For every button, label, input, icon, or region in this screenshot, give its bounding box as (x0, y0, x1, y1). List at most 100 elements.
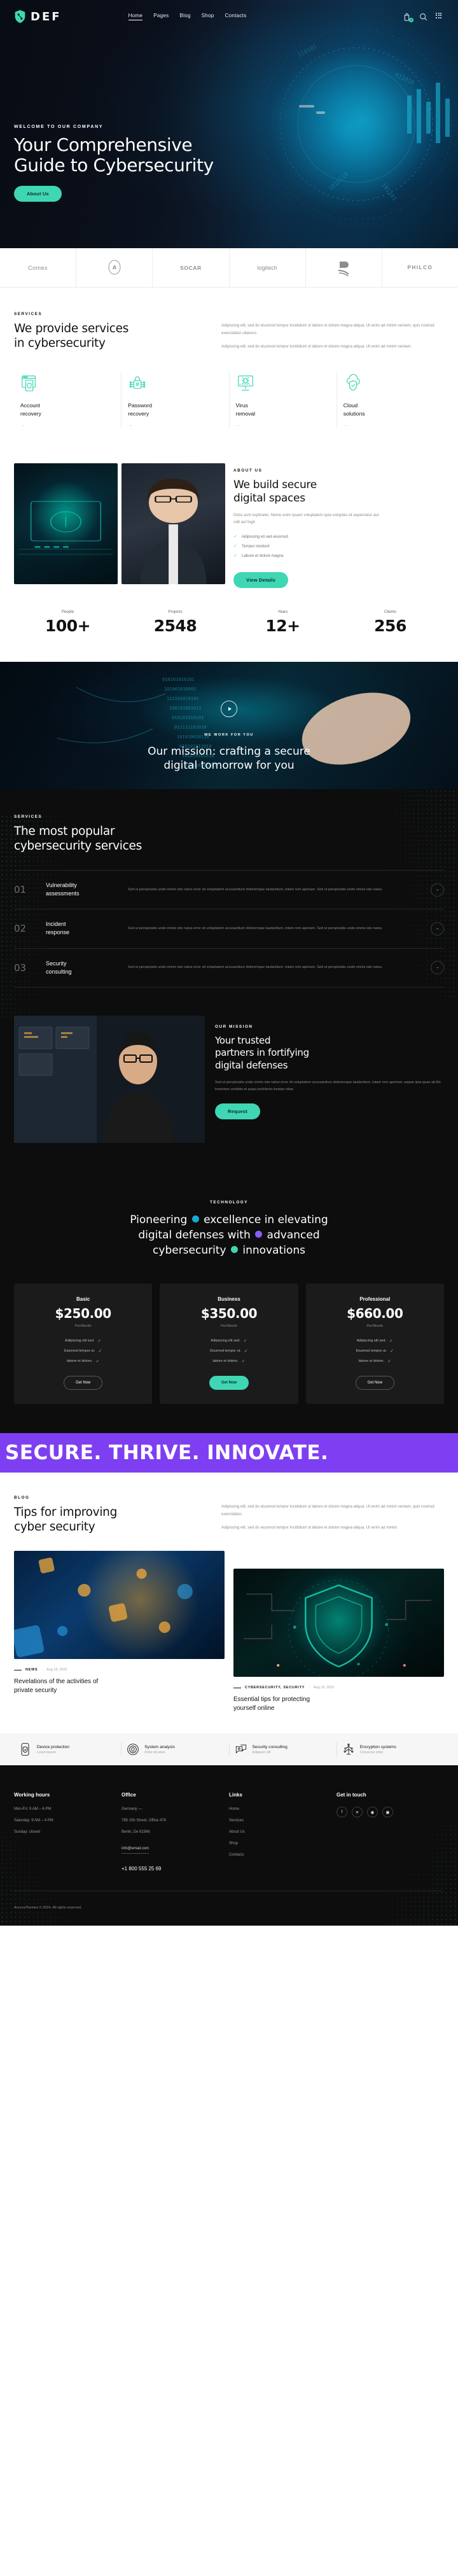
dribbble-icon[interactable]: ◉ (367, 1807, 378, 1818)
footer-phone[interactable]: +1 800 555 25 69 (121, 1866, 229, 1872)
service-card-virus-removal[interactable]: Virus removal → (230, 372, 337, 428)
brand-logo[interactable]: DEF (14, 10, 62, 24)
pricing-get-now-button[interactable]: Get Now (63, 1376, 103, 1390)
service-card-password-recovery[interactable]: Password recovery → (121, 372, 230, 428)
site-footer: Working hours Mon-Fri: 9 AM – 6 PM Satur… (0, 1765, 458, 1926)
pricing-feature: labore et dolore. ✓ (358, 1359, 391, 1364)
blog-post-category[interactable]: NEWS (25, 1668, 38, 1672)
fingerprint-icon (127, 1744, 139, 1755)
nav-item-contacts[interactable]: Contacts (225, 13, 247, 20)
grid-menu-icon[interactable] (436, 12, 444, 21)
about-section: ABOUT US We build secure digital spaces … (0, 449, 458, 589)
footer-email-link[interactable]: info@email.com (121, 1846, 149, 1854)
logo-philco-label: PHILCO (407, 265, 433, 270)
check-icon: ✓ (244, 1349, 248, 1354)
logo-comex[interactable]: Comex (0, 248, 77, 287)
partners-request-button[interactable]: Request (215, 1103, 260, 1119)
logo-socar[interactable]: SOCAR (153, 248, 230, 287)
nav-item-shop[interactable]: Shop (202, 13, 214, 20)
service-row-description: Sed ut perspiciatis unde omnis iste natu… (128, 887, 383, 892)
office-address-line: 785 15h Street, Office 478 (121, 1819, 166, 1823)
technology-title: Pioneering excellence in elevating digit… (14, 1212, 444, 1258)
footer-link-about-us[interactable]: About Us (229, 1830, 337, 1835)
service-card-arrow[interactable]: → (128, 423, 222, 428)
service-card-title: Account recovery (20, 402, 41, 417)
about-check-item: ✓ Tempor incidunt (233, 543, 270, 549)
pricing-feature-list: Adipiscing elit sed. ✓ Eiusmod tempor ut.… (169, 1338, 289, 1364)
blog-post-title[interactable]: Revelations of the activities of private… (14, 1677, 225, 1695)
about-view-details-button[interactable]: View Details (233, 572, 289, 589)
encryption-icon (344, 1744, 354, 1755)
pricing-period: Per/Month (221, 1324, 237, 1328)
stat-value: 256 (374, 617, 406, 636)
footer-columns: Working hours Mon-Fri: 9 AM – 6 PM Satur… (14, 1792, 444, 1872)
service-row-arrow-button[interactable]: → (431, 961, 444, 975)
service-row-vulnerability-assessments[interactable]: 01 Vulnerability assessments Sed ut pers… (14, 870, 444, 909)
service-row-number: 03 (14, 962, 27, 974)
pricing-feature-list: Adipiscing elit sed. ✓ Eiusmod tempor ut.… (23, 1338, 143, 1364)
partners-section: OUR MISSION Your trusted partners in for… (0, 1015, 458, 1171)
pricing-card-business[interactable]: Business $350.00 Per/Month Adipiscing el… (160, 1284, 298, 1404)
svg-text:010101010101: 010101010101 (172, 715, 204, 720)
blog-post-1[interactable]: NEWS · Aug 18, 2023 Revelations of the a… (12, 1551, 225, 1713)
service-row-arrow-button[interactable]: → (431, 921, 444, 935)
nav-item-pages[interactable]: Pages (153, 13, 169, 20)
pricing-card-professional[interactable]: Professional $660.00 Per/Month Adipiscin… (305, 1284, 444, 1404)
feature-encryption-systems[interactable]: Encryption systems Consectur dolor (337, 1742, 444, 1756)
check-icon: ✓ (233, 544, 237, 549)
nav-links: Home Pages Blog Shop Contacts (128, 13, 247, 20)
mission-title-line2: digital tomorrow for you (163, 759, 295, 773)
accent-dot-blue-icon (191, 1215, 199, 1223)
blog-paragraph-1: Adipiscing elit, sed do eiusmod tempor i… (221, 1504, 434, 1517)
stat-label: Years (277, 610, 288, 615)
service-row-incident-response[interactable]: 02 Incident response Sed ut perspiciatis… (14, 909, 444, 948)
search-icon[interactable] (419, 13, 427, 21)
feature-subtitle: Lorem ipsum (37, 1750, 56, 1754)
hero-about-us-button[interactable]: About Us (14, 185, 62, 202)
virus-monitor-icon (236, 372, 330, 394)
blog-paragraph-2: Adipiscing elit, sed do eiusmod tempor i… (221, 1525, 398, 1530)
service-row-security-consulting[interactable]: 03 Security consulting Sed ut perspiciat… (14, 948, 444, 988)
instagram-icon[interactable]: ▣ (382, 1807, 393, 1818)
feature-system-analysis[interactable]: System analysis Dolor sit amet (121, 1742, 230, 1757)
logo-astm[interactable]: A (76, 248, 153, 287)
feature-text: System analysis Dolor sit amet (144, 1745, 175, 1754)
service-card-cloud-solutions[interactable]: Cloud solutions → (337, 372, 444, 428)
twitter-x-icon[interactable]: ✕ (352, 1807, 363, 1818)
pricing-label: Basic (76, 1296, 90, 1302)
hero-title: Your Comprehensive Guide to Cybersecurit… (14, 134, 224, 176)
footer-link-services[interactable]: Services (229, 1818, 337, 1824)
pricing-card-basic[interactable]: Basic $250.00 Per/Month Adipiscing elit … (14, 1284, 153, 1404)
account-recovery-icon (20, 372, 114, 394)
service-card-arrow[interactable]: → (344, 423, 438, 428)
pricing-get-now-button[interactable]: Get Now (209, 1376, 249, 1390)
footer-link-home[interactable]: Home (229, 1807, 337, 1812)
blog-post-2[interactable]: CYBERSECURITY, SECURITY · Aug 18, 2023 E… (233, 1551, 444, 1713)
partners-image (14, 1015, 205, 1143)
feature-device-protection[interactable]: Device protection Lorem ipsum (14, 1742, 122, 1757)
cart-icon[interactable]: 0 (403, 13, 413, 22)
blog-post-category[interactable]: CYBERSECURITY, SECURITY (245, 1686, 305, 1690)
logo-logitech[interactable]: logitech (230, 248, 306, 287)
about-check-item: ✓ Adipiscing eli sed eiusmod (233, 534, 288, 540)
svg-text:100101001011: 100101001011 (169, 706, 202, 711)
logo-b-mark[interactable] (306, 248, 382, 287)
service-card-arrow[interactable]: → (236, 423, 330, 428)
pricing-get-now-button[interactable]: Get Now (355, 1376, 394, 1390)
service-card-arrow[interactable]: → (20, 423, 114, 428)
nav-item-blog[interactable]: Blog (179, 13, 190, 20)
top-navigation: DEF Home Pages Blog Shop Contacts 0 (0, 0, 458, 33)
service-row-arrow-button[interactable]: → (431, 883, 444, 897)
logo-philco[interactable]: PHILCO (382, 248, 458, 287)
nav-item-home[interactable]: Home (128, 13, 143, 20)
office-address-line: Germany — (121, 1807, 142, 1812)
footer-link-shop[interactable]: Shop (229, 1841, 337, 1847)
about-title-line2: digital spaces (233, 491, 305, 505)
feature-security-consulting[interactable]: Security consulting Adipiscin elit (230, 1742, 337, 1757)
feature-title: System analysis (144, 1744, 175, 1749)
blog-post-title[interactable]: Essential tips for protecting yourself o… (233, 1695, 444, 1713)
blog-post-date: Aug 18, 2023 (313, 1686, 335, 1690)
service-card-account-recovery[interactable]: Account recovery → (14, 372, 122, 428)
facebook-icon[interactable]: f (337, 1807, 347, 1818)
footer-link-contacts[interactable]: Contacts (229, 1852, 337, 1858)
